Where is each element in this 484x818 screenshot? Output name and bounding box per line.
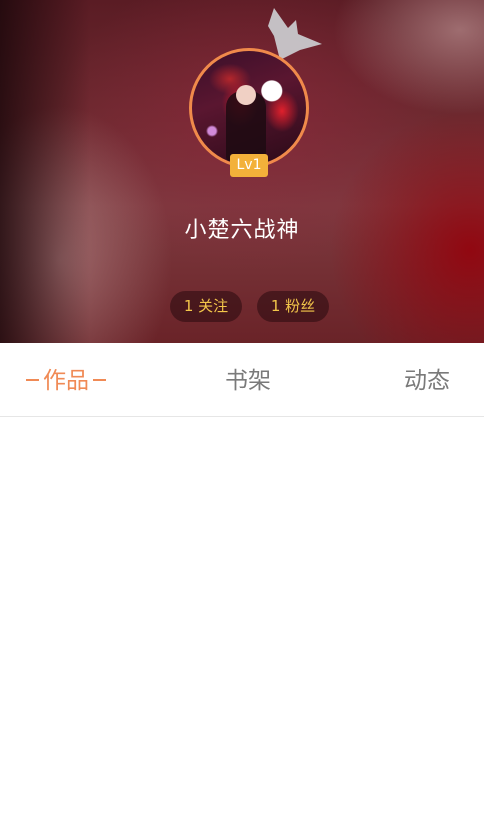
profile-tabs: 作品 书架 动态	[0, 343, 484, 417]
tab-activity-label: 动态	[404, 368, 450, 394]
tab-activity[interactable]: 动态	[404, 343, 450, 417]
avatar[interactable]	[189, 48, 309, 168]
fans-count-button[interactable]: 1 粉丝	[257, 291, 329, 322]
tab-works[interactable]: 作品	[22, 343, 110, 417]
tab-content-area	[0, 417, 484, 818]
tab-bookshelf-label: 书架	[225, 368, 271, 394]
active-indicator-left	[26, 378, 39, 381]
level-badge: Lv1	[230, 154, 268, 177]
active-indicator-right	[93, 378, 106, 381]
follow-count-button[interactable]: 1 关注	[170, 291, 242, 322]
tab-bookshelf[interactable]: 书架	[225, 343, 271, 417]
tab-works-label: 作品	[43, 368, 89, 394]
profile-header: Lv1 小楚六战神 1 关注 1 粉丝	[0, 0, 484, 343]
user-nickname: 小楚六战神	[184, 218, 300, 243]
